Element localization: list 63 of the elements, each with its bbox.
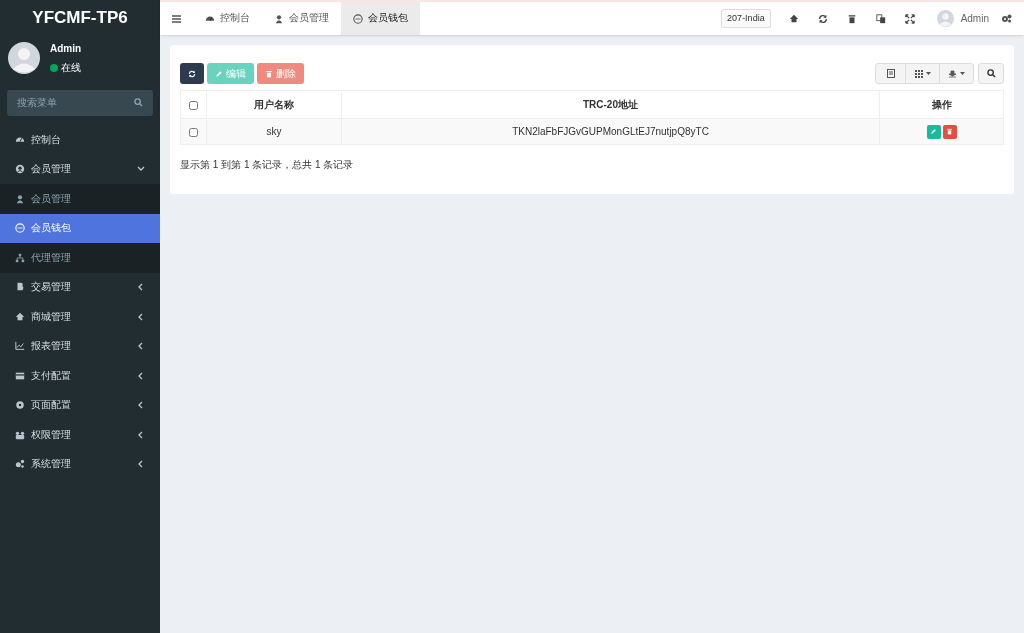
table-cell: sky: [206, 118, 342, 145]
line-chart-icon: [15, 341, 25, 352]
home-icon: [15, 311, 25, 322]
pencil-icon: [930, 128, 937, 135]
nav-tab[interactable]: 会员管理: [262, 2, 341, 35]
menu-icon[interactable]: [172, 14, 181, 23]
delete-button[interactable]: [942, 124, 957, 139]
user-icon: [15, 193, 25, 204]
pagination-info: 显示第 1 到第 1 条记录，总共 1 条记录: [180, 158, 355, 172]
user-name: Admin: [50, 42, 82, 56]
refresh-icon[interactable]: [817, 13, 828, 24]
column-header: 用户名称: [206, 90, 342, 119]
sitemap-icon: [15, 252, 25, 263]
checkbox[interactable]: [189, 100, 198, 110]
menu-item[interactable]: 控制台: [0, 125, 160, 155]
pencil-icon: [215, 69, 223, 78]
search-button[interactable]: [978, 63, 1004, 84]
caret-icon: [960, 72, 965, 75]
menu-item[interactable]: 报表管理: [0, 331, 160, 361]
table-icon: [886, 69, 895, 78]
wallet-icon: [353, 13, 363, 24]
wallet-icon: [15, 223, 25, 234]
avatar-icon: [8, 42, 40, 74]
fullscreen-icon[interactable]: [904, 13, 915, 24]
gear-icon: [15, 400, 25, 411]
column-header: 操作: [879, 90, 1004, 119]
gears-icon: [15, 459, 25, 470]
credit-card-icon: [15, 370, 25, 381]
menu-item[interactable]: 权限管理: [0, 420, 160, 450]
trash-icon: [265, 69, 273, 78]
nav-tab[interactable]: 控制台: [193, 2, 262, 35]
caret-icon: [925, 72, 931, 75]
refresh-icon: [188, 69, 196, 78]
trash-icon[interactable]: [846, 13, 857, 24]
menu-item[interactable]: 交易管理: [0, 272, 160, 302]
user-status: 在线: [61, 61, 81, 75]
menu-item[interactable]: 支付配置: [0, 361, 160, 391]
user-name[interactable]: Admin: [960, 11, 989, 26]
menu-item[interactable]: 页面配置: [0, 390, 160, 420]
user-icon: [274, 13, 284, 24]
column-header: TRC-20地址: [341, 90, 880, 119]
menu-item[interactable]: 系统管理: [0, 449, 160, 479]
menu-item[interactable]: 会员管理: [0, 154, 160, 184]
download-icon: [948, 69, 957, 78]
menu-item[interactable]: 商城管理: [0, 302, 160, 332]
refresh-button[interactable]: [180, 63, 204, 84]
users-icon: [15, 429, 25, 440]
checkbox[interactable]: [189, 127, 198, 137]
table-cell: TKN2laFbFJGvGUPMonGLtEJ7nutjpQ8yTC: [341, 118, 880, 145]
submenu-item[interactable]: 会员管理: [0, 184, 160, 214]
grid-icon: [914, 69, 923, 78]
search-icon: [134, 98, 143, 107]
home-icon[interactable]: [788, 13, 799, 24]
gears-icon[interactable]: [1001, 14, 1012, 23]
site-badge[interactable]: 207-India: [721, 8, 771, 29]
trash-icon: [946, 128, 953, 135]
search-icon: [986, 69, 996, 78]
app-logo: YFCMF-TP6: [32, 6, 128, 29]
nav-tab[interactable]: 会员钱包: [341, 2, 420, 35]
user-circle-icon: [15, 164, 25, 175]
submenu-item[interactable]: 代理管理: [0, 243, 160, 273]
submenu-item[interactable]: 会员钱包: [0, 213, 160, 243]
search-field[interactable]: 搜索菜单: [7, 89, 153, 116]
